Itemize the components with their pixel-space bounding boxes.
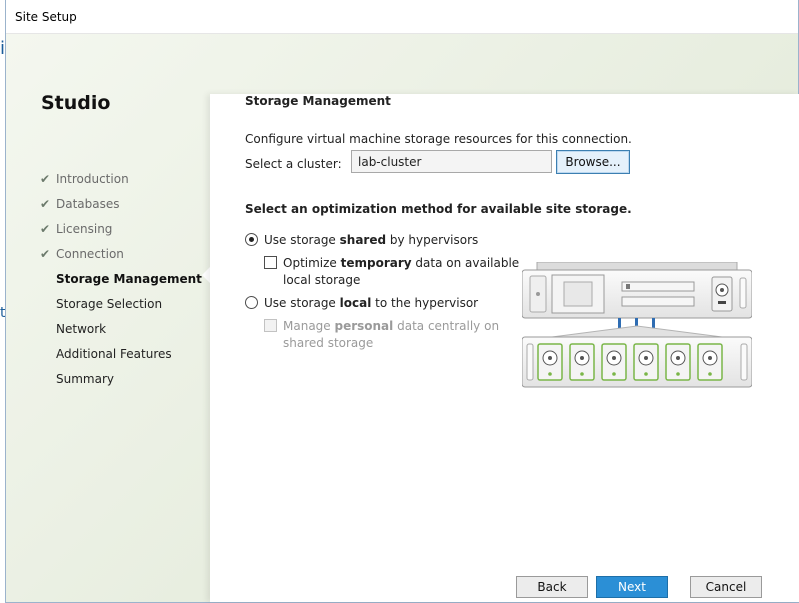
wizard-steps: ✔ Introduction ✔ Databases ✔ Licensing ✔ Con…: [40, 166, 202, 391]
browse-button[interactable]: Browse...: [556, 150, 630, 174]
cluster-label: Select a cluster:: [245, 157, 342, 171]
title-bar: Site Setup: [6, 0, 798, 34]
check-icon: ✔: [40, 246, 51, 261]
local-storage-label: Use storage local to the hypervisor: [264, 296, 479, 310]
disk-bay: [537, 343, 563, 381]
check-icon: ✔: [40, 196, 51, 211]
manage-personal-option: Manage personal data centrally on shared …: [264, 318, 499, 352]
step-additional-features: Additional Features: [56, 346, 172, 361]
section-title: Storage Management: [245, 94, 391, 108]
step-introduction[interactable]: ✔ Introduction: [40, 166, 202, 191]
server-unit: [522, 262, 752, 319]
window-title: Site Setup: [15, 10, 77, 24]
step-network: Network: [56, 321, 107, 336]
local-storage-radio[interactable]: [245, 296, 258, 309]
manage-personal-label: Manage personal data centrally on shared …: [283, 319, 500, 350]
wizard-sidebar: Studio ✔ Introduction ✔ Databases ✔ Licensi…: [6, 34, 210, 602]
next-button[interactable]: Next: [596, 576, 668, 598]
optimize-temporary-label: Optimize temporary data on available loca…: [283, 256, 520, 287]
shared-storage-option[interactable]: Use storage shared by hypervisors: [245, 232, 478, 249]
wizard-content: Storage Management Configure virtual mac…: [210, 94, 799, 602]
cancel-button[interactable]: Cancel: [690, 576, 762, 598]
step-storage-management: Storage Management: [56, 271, 202, 286]
storage-illustration: [522, 262, 752, 388]
step-storage-selection: Storage Selection: [56, 296, 163, 311]
disk-bay: [665, 343, 691, 381]
sidebar-title: Studio: [41, 92, 111, 114]
optimize-temporary-checkbox[interactable]: [264, 256, 277, 269]
back-button[interactable]: Back: [516, 576, 588, 598]
manage-personal-checkbox: [264, 319, 277, 332]
intro-text: Configure virtual machine storage resour…: [245, 132, 632, 146]
step-licensing[interactable]: ✔ Licensing: [40, 216, 202, 241]
check-icon: ✔: [40, 171, 51, 186]
dialog-body: Studio ✔ Introduction ✔ Databases ✔ Licensi…: [6, 34, 799, 602]
cluster-input[interactable]: [351, 150, 552, 173]
disk-bay: [601, 343, 627, 381]
local-storage-option[interactable]: Use storage local to the hypervisor: [245, 295, 478, 312]
disk-bay: [569, 343, 595, 381]
disk-bay: [697, 343, 723, 381]
shared-storage-label: Use storage shared by hypervisors: [264, 233, 479, 247]
step-connection[interactable]: ✔ Connection: [40, 241, 202, 266]
optimize-temporary-option[interactable]: Optimize temporary data on available loca…: [264, 255, 519, 289]
check-icon: ✔: [40, 221, 51, 236]
step-databases[interactable]: ✔ Databases: [40, 191, 202, 216]
connector-cables: [551, 318, 723, 338]
optimization-title: Select an optimization method for availa…: [245, 202, 632, 216]
site-setup-dialog: Site Setup Studio ✔ Introduction ✔ Databas…: [5, 0, 799, 603]
shared-storage-radio[interactable]: [245, 233, 258, 246]
step-summary: Summary: [56, 371, 114, 386]
disk-bay: [633, 343, 659, 381]
